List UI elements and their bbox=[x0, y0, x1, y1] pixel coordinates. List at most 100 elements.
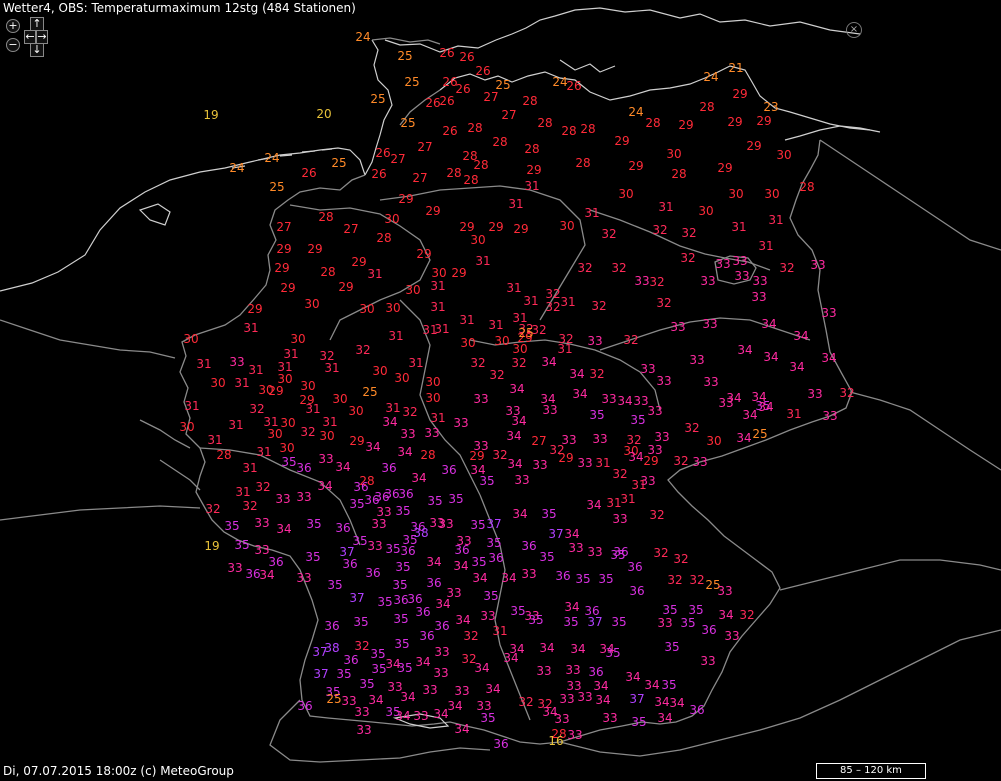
station-temperature: 25 bbox=[752, 427, 767, 441]
pan-right-button[interactable]: → bbox=[36, 30, 48, 44]
station-temperature: 33 bbox=[296, 490, 311, 504]
station-temperature: 36 bbox=[343, 653, 358, 667]
station-temperature: 35 bbox=[470, 518, 485, 532]
station-temperature: 29 bbox=[614, 134, 629, 148]
station-temperature: 33 bbox=[367, 539, 382, 553]
station-temperature: 35 bbox=[395, 560, 410, 574]
station-temperature: 29 bbox=[513, 222, 528, 236]
pan-down-button[interactable]: ↓ bbox=[30, 43, 44, 57]
station-temperature: 28 bbox=[420, 448, 435, 462]
station-temperature: 35 bbox=[281, 455, 296, 469]
station-temperature: 28 bbox=[580, 122, 595, 136]
station-temperature: 37 bbox=[548, 527, 563, 541]
station-temperature: 34 bbox=[742, 408, 757, 422]
station-temperature: 35 bbox=[664, 640, 679, 654]
station-temperature: 34 bbox=[511, 414, 526, 428]
station-temperature: 34 bbox=[572, 387, 587, 401]
station-temperature: 36 bbox=[454, 543, 469, 557]
station-temperature: 35 bbox=[397, 661, 412, 675]
station-temperature: 34 bbox=[276, 522, 291, 536]
station-temperature: 33 bbox=[532, 458, 547, 472]
station-temperature: 38 bbox=[324, 641, 339, 655]
weather-map[interactable]: 24252526 262626262626 2527 282426252519 2026… bbox=[0, 0, 1001, 781]
zoom-in-button[interactable]: + bbox=[6, 19, 20, 33]
station-temperature: 33 bbox=[657, 616, 672, 630]
station-temperature: 21 bbox=[728, 61, 743, 75]
station-temperature: 27 bbox=[501, 108, 516, 122]
station-temperature: 33 bbox=[424, 426, 439, 440]
station-temperature: 34 bbox=[625, 670, 640, 684]
station-temperature: 31 bbox=[434, 322, 449, 336]
station-temperature: 25 bbox=[269, 180, 284, 194]
station-temperature: 33 bbox=[438, 517, 453, 531]
station-temperature: 34 bbox=[415, 655, 430, 669]
station-temperature: 30 bbox=[470, 233, 485, 247]
station-temperature: 32 bbox=[531, 323, 546, 337]
station-temperature: 32 bbox=[591, 299, 606, 313]
station-temperature: 33 bbox=[654, 430, 669, 444]
station-temperature: 28 bbox=[671, 167, 686, 181]
station-temperature: 34 bbox=[395, 709, 410, 723]
station-temperature: 33 bbox=[318, 452, 333, 466]
pan-left-button[interactable]: ← bbox=[24, 30, 36, 44]
station-temperature: 33 bbox=[601, 392, 616, 406]
station-temperature: 35 bbox=[610, 548, 625, 562]
station-temperature: 33 bbox=[371, 517, 386, 531]
station-temperature: 34 bbox=[654, 695, 669, 709]
station-temperature: 35 bbox=[353, 615, 368, 629]
station-temperature: 36 bbox=[689, 703, 704, 717]
station-temperature: 29 bbox=[488, 220, 503, 234]
station-temperature: 34 bbox=[472, 571, 487, 585]
station-temperature: 33 bbox=[554, 712, 569, 726]
station-temperature: 29 bbox=[678, 118, 693, 132]
station-temperature: 25 bbox=[326, 692, 341, 706]
close-button[interactable]: × bbox=[846, 22, 862, 38]
station-temperature: 30 bbox=[776, 148, 791, 162]
station-temperature: 35 bbox=[611, 615, 626, 629]
station-temperature: 25 bbox=[518, 326, 533, 340]
station-temperature: 35 bbox=[349, 497, 364, 511]
station-temperature: 30 bbox=[764, 187, 779, 201]
station-temperature: 30 bbox=[319, 429, 334, 443]
station-temperature: 32 bbox=[649, 275, 664, 289]
station-temperature: 33 bbox=[480, 609, 495, 623]
station-temperature: 32 bbox=[681, 226, 696, 240]
station-temperature: 33 bbox=[633, 394, 648, 408]
zoom-out-button[interactable]: − bbox=[6, 38, 20, 52]
station-temperature: 36 bbox=[521, 539, 536, 553]
station-temperature: 32 bbox=[653, 546, 668, 560]
station-temperature: 34 bbox=[509, 382, 524, 396]
station-temperature: 33 bbox=[559, 692, 574, 706]
arrow-right-icon: → bbox=[37, 30, 47, 43]
station-temperature: 29 bbox=[469, 449, 484, 463]
station-temperature: 35 bbox=[631, 715, 646, 729]
station-temperature: 25 bbox=[362, 385, 377, 399]
station-temperature: 26 bbox=[566, 79, 581, 93]
station-temperature: 36 bbox=[488, 551, 503, 565]
station-temperature: 34 bbox=[382, 415, 397, 429]
station-temperature: 28 bbox=[320, 265, 335, 279]
station-temperature: 32 bbox=[355, 343, 370, 357]
station-temperature: 31 bbox=[631, 478, 646, 492]
station-temperature: 29 bbox=[459, 220, 474, 234]
station-temperature: 32 bbox=[489, 368, 504, 382]
station-temperature: 30 bbox=[698, 204, 713, 218]
station-temperature: 36 bbox=[384, 487, 399, 501]
station-temperature: 32 bbox=[249, 402, 264, 416]
station-temperature: 35 bbox=[688, 603, 703, 617]
station-temperature: 37 bbox=[587, 615, 602, 629]
station-temperature: 33 bbox=[587, 334, 602, 348]
station-temperature: 29 bbox=[526, 163, 541, 177]
station-temperature: 26 bbox=[459, 50, 474, 64]
station-temperature: 35 bbox=[480, 711, 495, 725]
station-temperature: 36 bbox=[268, 555, 283, 569]
pan-up-button[interactable]: ↑ bbox=[30, 17, 44, 31]
station-temperature: 31 bbox=[523, 294, 538, 308]
station-temperature: 34 bbox=[435, 597, 450, 611]
station-temperature: 26 bbox=[455, 82, 470, 96]
minus-magnifier-icon: − bbox=[8, 38, 18, 51]
station-temperature: 28 bbox=[699, 100, 714, 114]
plus-magnifier-icon: + bbox=[8, 19, 18, 32]
station-temperature: 34 bbox=[569, 367, 584, 381]
station-temperature: 34 bbox=[761, 317, 776, 331]
